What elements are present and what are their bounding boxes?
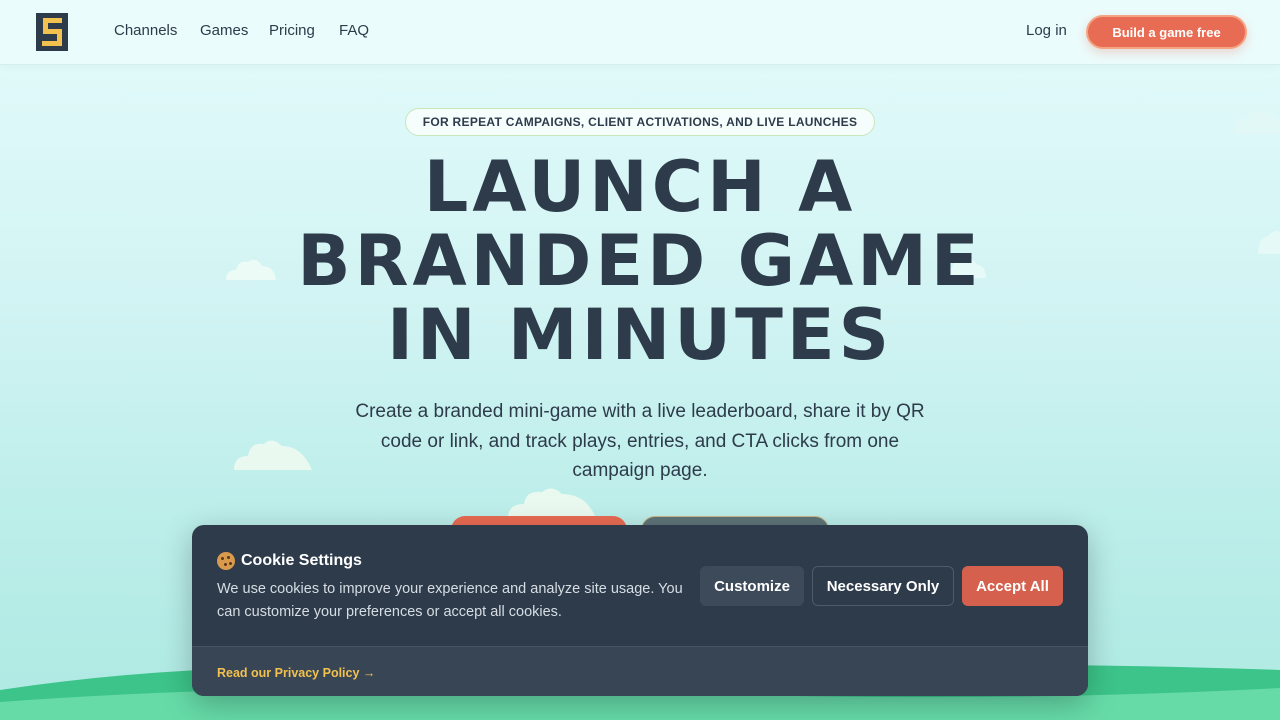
- necessary-only-button[interactable]: Necessary Only: [812, 566, 954, 606]
- hero-headline: LAUNCH A BRANDED GAME IN MINUTES: [240, 150, 1040, 372]
- privacy-policy-link[interactable]: Read our Privacy Policy →: [217, 666, 375, 680]
- site-header: Channels Games Pricing FAQ Log in Build …: [0, 0, 1280, 65]
- build-game-button[interactable]: Build a game free: [1086, 15, 1247, 49]
- nav-link-channels[interactable]: Channels: [114, 22, 177, 39]
- cookie-footer: Read our Privacy Policy →: [192, 646, 1088, 696]
- nav-link-games[interactable]: Games: [200, 22, 248, 39]
- customize-button[interactable]: Customize: [700, 566, 804, 606]
- cookie-banner: Cookie Settings We use cookies to improv…: [192, 525, 1088, 696]
- cookie-title: Cookie Settings: [217, 552, 362, 570]
- cookie-title-text: Cookie Settings: [241, 552, 362, 569]
- cookie-icon: [217, 552, 235, 570]
- cloud-icon: [1234, 110, 1280, 134]
- nav-link-faq[interactable]: FAQ: [339, 22, 369, 39]
- cloud-icon: [508, 488, 596, 518]
- accept-all-button[interactable]: Accept All: [962, 566, 1063, 606]
- headline-line: LAUNCH A: [423, 146, 857, 228]
- nav-link-pricing[interactable]: Pricing: [269, 22, 315, 39]
- cookie-description: We use cookies to improve your experienc…: [217, 581, 683, 620]
- hero-subtitle: Create a branded mini-game with a live l…: [355, 401, 925, 481]
- logo-icon[interactable]: [36, 13, 68, 51]
- headline-line: IN MINUTES: [386, 294, 894, 376]
- headline-line: BRANDED GAME: [297, 220, 983, 302]
- cloud-icon: [1258, 230, 1280, 254]
- login-link[interactable]: Log in: [1026, 22, 1067, 39]
- cloud-icon: [234, 440, 312, 470]
- hero-tagline-badge: FOR REPEAT CAMPAIGNS, CLIENT ACTIVATIONS…: [405, 108, 875, 136]
